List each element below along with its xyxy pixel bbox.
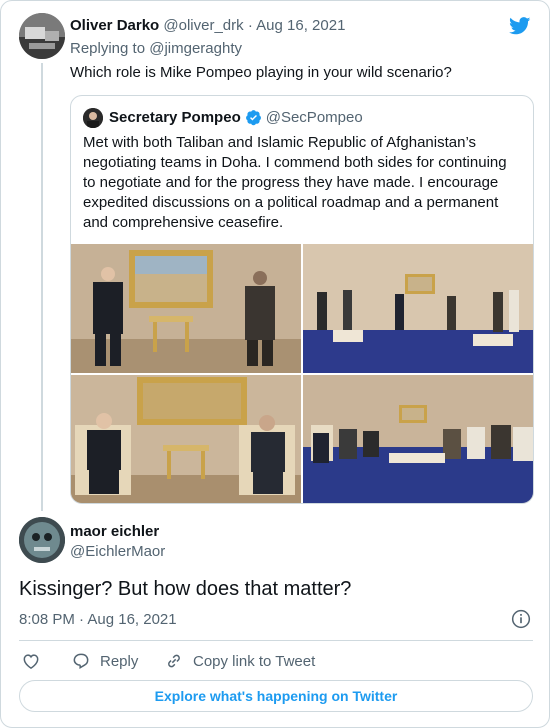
quoted-author-handle: @SecPompeo: [265, 109, 363, 126]
quoted-author-name: Secretary Pompeo: [109, 109, 241, 126]
sec-pompeo-avatar: [83, 108, 103, 128]
replying-to-label: Replying to: [70, 40, 146, 57]
oliver-darko-avatar[interactable]: [19, 13, 65, 59]
photo-1[interactable]: [71, 244, 301, 373]
link-icon: [168, 654, 180, 668]
reply-tweet-text: Which role is Mike Pompeo playing in you…: [70, 64, 452, 81]
maor-eichler-avatar[interactable]: [19, 517, 65, 563]
actions-divider: [19, 640, 533, 641]
twitter-bird-icon[interactable]: [509, 17, 531, 35]
explore-twitter-button[interactable]: Explore what's happening on Twitter: [19, 680, 533, 712]
main-tweet-text: Kissinger? But how does that matter?: [19, 578, 352, 600]
reply-author-name[interactable]: Oliver Darko: [70, 17, 159, 34]
like-heart-icon: [23, 654, 39, 669]
reply-author-handle[interactable]: @oliver_drk: [163, 17, 243, 34]
like-button[interactable]: [21, 651, 41, 671]
photo-2[interactable]: [303, 244, 533, 373]
photo-4[interactable]: [303, 375, 533, 503]
main-tweet-timestamp[interactable]: 8:08 PM · Aug 16, 2021: [19, 611, 177, 628]
reply-button[interactable]: Reply: [71, 651, 138, 671]
quoted-author-row: Secretary Pompeo @SecPompeo: [109, 109, 363, 126]
quoted-tweet[interactable]: Secretary Pompeo @SecPompeo Met with bot…: [70, 95, 534, 504]
photo-3[interactable]: [71, 375, 301, 503]
reply-icon: [73, 653, 89, 669]
verified-badge-icon: [245, 110, 261, 126]
reply-label: Reply: [100, 652, 139, 670]
copy-link-button[interactable]: Copy link to Tweet: [164, 651, 315, 671]
reply-date[interactable]: Aug 16, 2021: [256, 17, 345, 34]
replying-to-handle[interactable]: @jimgeraghty: [149, 40, 242, 57]
dot-separator: ·: [247, 17, 253, 34]
main-author-handle[interactable]: @EichlerMaor: [70, 543, 165, 560]
quoted-tweet-text: Met with both Taliban and Islamic Republ…: [83, 134, 507, 231]
embedded-tweet-card: Oliver Darko @oliver_drk · Aug 16, 2021 …: [0, 0, 550, 728]
reply-author-row: Oliver Darko @oliver_drk · Aug 16, 2021: [70, 17, 345, 34]
photo-grid: [71, 244, 533, 503]
info-icon[interactable]: [511, 609, 531, 629]
thread-connector-line: [41, 63, 43, 511]
main-author-name[interactable]: maor eichler: [70, 523, 159, 540]
copy-link-label: Copy link to Tweet: [193, 652, 316, 670]
replying-to-line: Replying to @jimgeraghty: [70, 40, 242, 57]
